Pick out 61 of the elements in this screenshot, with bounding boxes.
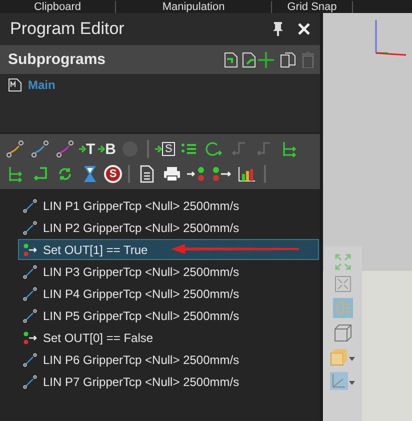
path-icon [31,140,49,158]
letter-label: B [105,140,116,158]
signal-output-icon [23,330,37,344]
return-icon [32,166,48,182]
signal-icon [212,166,232,182]
letter-label: S [162,142,176,156]
program-line[interactable]: LIN P1 GripperTcp <Null> 2500mm/s [18,195,319,216]
refresh-icon [57,166,73,182]
chart-icon [238,166,256,182]
program-line[interactable]: LIN P6 GripperTcp <Null> 2500mm/s [18,349,319,370]
toolbar-button[interactable]: B [98,138,116,160]
document-icon [140,165,154,183]
toolbar-button[interactable]: S [155,138,176,160]
toolbar-button[interactable]: T [79,138,96,160]
program-line[interactable]: LIN P5 GripperTcp <Null> 2500mm/s [18,305,319,326]
toolbar-button[interactable] [29,138,51,160]
program-line[interactable]: LIN P3 GripperTcp <Null> 2500mm/s [18,261,319,282]
copy-button[interactable] [280,52,296,68]
linear-move-icon [23,352,37,366]
solid-cube-icon[interactable] [330,348,356,366]
linear-move-icon [23,264,37,278]
arrow-icon [98,145,106,153]
program-line[interactable]: Set OUT[0] == False [18,327,319,348]
linear-move-icon [23,198,37,212]
loop-icon [205,141,224,157]
path-icon [6,140,24,158]
subprogram-label: Main [28,78,56,92]
pin-button[interactable] [272,22,284,36]
cube-icon[interactable] [334,324,352,342]
close-button[interactable] [298,23,310,35]
letter-label: T [86,140,96,158]
list-icon [181,142,198,156]
linear-move-icon [23,308,37,322]
hourglass-icon [83,165,97,183]
signal-output-icon [23,242,37,256]
program-line[interactable]: LIN P4 GripperTcp <Null> 2500mm/s [18,283,319,304]
export-button[interactable] [242,52,256,68]
add-button[interactable] [258,52,274,68]
toolbar-button[interactable] [4,138,26,160]
program-line[interactable]: LIN P2 GripperTcp <Null> 2500mm/s [18,217,319,238]
arrow-icon [79,145,86,153]
document-icon [8,78,22,92]
branch-icon [256,141,272,157]
signal-icon [187,166,207,182]
panel-title: Program Editor [10,19,126,39]
program-line[interactable]: LIN P7 GripperTcp <Null> 2500mm/s [18,371,319,392]
subprogram-item[interactable]: Main [8,78,312,92]
path-icon [56,140,74,158]
branch-icon [231,141,248,157]
arrow-icon [155,145,162,153]
printer-icon [163,166,181,182]
fork-icon [281,141,298,157]
linear-move-icon [23,374,37,388]
toolbar-button[interactable] [54,138,76,160]
axes-icon[interactable] [330,372,356,390]
subprograms-title: Subprograms [8,51,107,68]
linear-move-icon [23,220,37,234]
linear-move-icon [23,286,37,300]
fork-icon [7,166,23,182]
import-button[interactable] [224,52,238,68]
axes-drawing [375,20,407,56]
